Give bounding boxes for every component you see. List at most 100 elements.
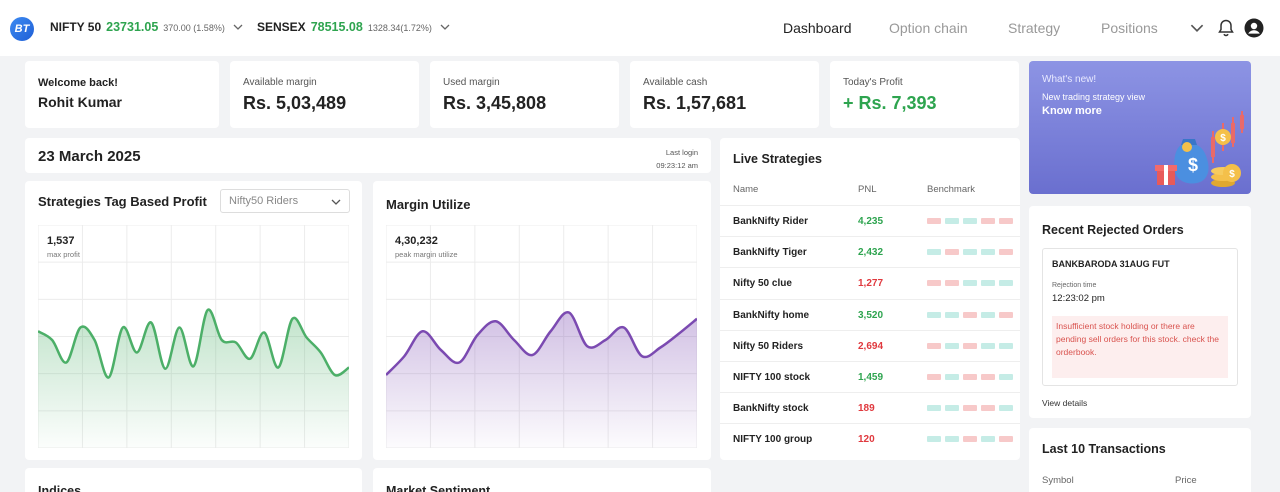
- last-login: Last login 09:23:12 am: [656, 146, 698, 172]
- bell-icon[interactable]: [1216, 18, 1236, 38]
- profit-area-chart: [37, 224, 350, 449]
- rejected-orders-card: Recent Rejected Orders BANKBARODA 31AUG …: [1029, 206, 1251, 418]
- used-margin-card: Used margin Rs. 3,45,808: [430, 61, 619, 128]
- chevron-down-icon[interactable]: [233, 22, 243, 32]
- benchmark-segment: [999, 405, 1013, 412]
- know-more-link[interactable]: Know more: [1042, 105, 1102, 117]
- nav-strategy[interactable]: Strategy: [1008, 20, 1060, 36]
- dropdown-value: Nifty50 Riders: [229, 195, 299, 207]
- ticker-name: SENSEX: [257, 20, 306, 34]
- strategy-name: NIFTY 100 stock: [733, 372, 811, 383]
- benchmark-segment: [981, 311, 995, 318]
- section-title: Last 10 Transactions: [1042, 442, 1166, 456]
- rejection-error-message: Insufficient stock holding or there are …: [1052, 316, 1228, 378]
- strategy-pnl: 2,432: [858, 247, 884, 259]
- ticker-value: 78515.08: [310, 20, 363, 34]
- strategy-pnl: 4,235: [858, 216, 884, 227]
- app-logo[interactable]: BT: [10, 17, 34, 41]
- benchmark-segment: [981, 218, 995, 224]
- area-fill: [386, 312, 697, 448]
- strategy-tag-dropdown[interactable]: Nifty50 Riders: [220, 189, 350, 213]
- order-symbol: BANKBARODA 31AUG FUT: [1052, 259, 1170, 269]
- strategy-name: NIFTY 100 group: [733, 434, 813, 446]
- available-margin-card: Available margin Rs. 5,03,489: [230, 61, 419, 128]
- benchmark-segment: [945, 311, 959, 318]
- ticker-nifty[interactable]: NIFTY 50 23731.05 370.00 (1.58%): [50, 20, 243, 34]
- benchmark-segment: [999, 374, 1013, 380]
- max-profit-value: 1,537: [47, 235, 75, 247]
- strategy-row[interactable]: BankNifty Tiger 2,432: [720, 236, 1020, 267]
- rejection-time: 12:23:02 pm: [1052, 293, 1105, 304]
- chart-title: Margin Utilize: [386, 197, 471, 212]
- view-details-link[interactable]: View details: [1042, 398, 1087, 408]
- chart-title: Strategies Tag Based Profit: [38, 194, 207, 209]
- benchmark-segment: [999, 436, 1013, 443]
- strategy-row[interactable]: NIFTY 100 stock 1,459: [720, 361, 1020, 392]
- stat-label: Available margin: [243, 77, 317, 88]
- rejected-order-item[interactable]: BANKBARODA 31AUG FUT Rejection time 12:2…: [1042, 248, 1238, 386]
- last-login-time: 09:23:12 am: [656, 161, 698, 170]
- benchmark-segment: [963, 280, 977, 287]
- ticker-sensex[interactable]: SENSEX 78515.08 1328.34(1.72%): [257, 20, 450, 34]
- svg-text:$: $: [1188, 155, 1198, 175]
- margin-chart: 4,30,232 peak margin utilize: [385, 224, 698, 449]
- chevron-down-icon[interactable]: [1190, 21, 1204, 35]
- benchmark-segment: [927, 218, 941, 224]
- todays-profit-card: Today's Profit + Rs. 7,393: [830, 61, 1019, 128]
- svg-text:$: $: [1220, 133, 1226, 144]
- ticker-name: NIFTY 50: [50, 20, 102, 34]
- benchmark-segment: [927, 311, 941, 318]
- stat-value: + Rs. 7,393: [843, 93, 937, 113]
- promo-subtitle: New trading strategy view: [1042, 92, 1146, 102]
- benchmark-segment: [963, 436, 977, 443]
- benchmark-segment: [945, 405, 959, 412]
- chevron-down-icon[interactable]: [440, 22, 450, 32]
- benchmark-bars: [927, 249, 1013, 256]
- benchmark-segment: [927, 436, 941, 443]
- benchmark-segment: [981, 342, 995, 349]
- benchmark-segment: [927, 405, 941, 412]
- strategy-row[interactable]: Nifty 50 Riders 2,694: [720, 329, 1020, 361]
- strategy-name: Nifty 50 clue: [733, 278, 792, 290]
- strategy-row[interactable]: BankNifty home 3,520: [720, 298, 1020, 330]
- strategy-pnl: 1,459: [858, 372, 884, 383]
- strategy-name: Nifty 50 Riders: [733, 340, 804, 352]
- benchmark-segment: [945, 218, 959, 224]
- user-avatar-icon[interactable]: [1244, 18, 1264, 38]
- strategy-name: BankNifty Tiger: [733, 247, 807, 259]
- benchmark-bars: [927, 436, 1013, 443]
- nav-positions[interactable]: Positions: [1101, 20, 1158, 36]
- stat-value: Rs. 3,45,808: [443, 93, 547, 113]
- nav-dashboard[interactable]: Dashboard: [783, 20, 852, 36]
- column-header-symbol: Symbol: [1042, 475, 1074, 486]
- strategy-name: BankNifty Rider: [733, 216, 809, 227]
- benchmark-segment: [963, 218, 977, 224]
- benchmark-segment: [945, 280, 959, 287]
- strategy-row[interactable]: BankNifty stock 189: [720, 392, 1020, 423]
- profit-chart: 1,537 max profit: [37, 224, 350, 449]
- benchmark-bars: [927, 374, 1013, 380]
- strategy-row[interactable]: Nifty 50 clue 1,277: [720, 267, 1020, 298]
- money-bag-illustration: $ $ $: [1155, 111, 1244, 187]
- whats-new-label: What's new!: [1042, 74, 1097, 85]
- benchmark-segment: [999, 218, 1013, 224]
- benchmark-segment: [945, 249, 959, 256]
- rejection-time-label: Rejection time: [1052, 282, 1097, 289]
- nav-option-chain[interactable]: Option chain: [889, 20, 968, 36]
- benchmark-bars: [927, 342, 1013, 349]
- benchmark-segment: [999, 249, 1013, 256]
- benchmark-segment: [963, 405, 977, 412]
- benchmark-segment: [963, 311, 977, 318]
- welcome-card: Welcome back! Rohit Kumar: [25, 61, 219, 128]
- benchmark-bars: [927, 311, 1013, 318]
- whats-new-banner[interactable]: What's new! New trading strategy view Kn…: [1029, 61, 1251, 194]
- benchmark-segment: [927, 249, 941, 256]
- margin-utilize-card: Margin Utilize 4,30,232 peak margin util…: [373, 181, 711, 460]
- section-title: Live Strategies: [733, 152, 822, 166]
- date-card: 23 March 2025 Last login 09:23:12 am: [25, 138, 711, 173]
- strategies-profit-card: Strategies Tag Based Profit Nifty50 Ride…: [25, 181, 362, 460]
- strategy-pnl: 1,277: [858, 278, 884, 290]
- strategy-row[interactable]: NIFTY 100 group 120: [720, 423, 1020, 454]
- strategy-pnl: 2,694: [858, 340, 884, 352]
- strategy-row[interactable]: BankNifty Rider 4,235: [720, 205, 1020, 236]
